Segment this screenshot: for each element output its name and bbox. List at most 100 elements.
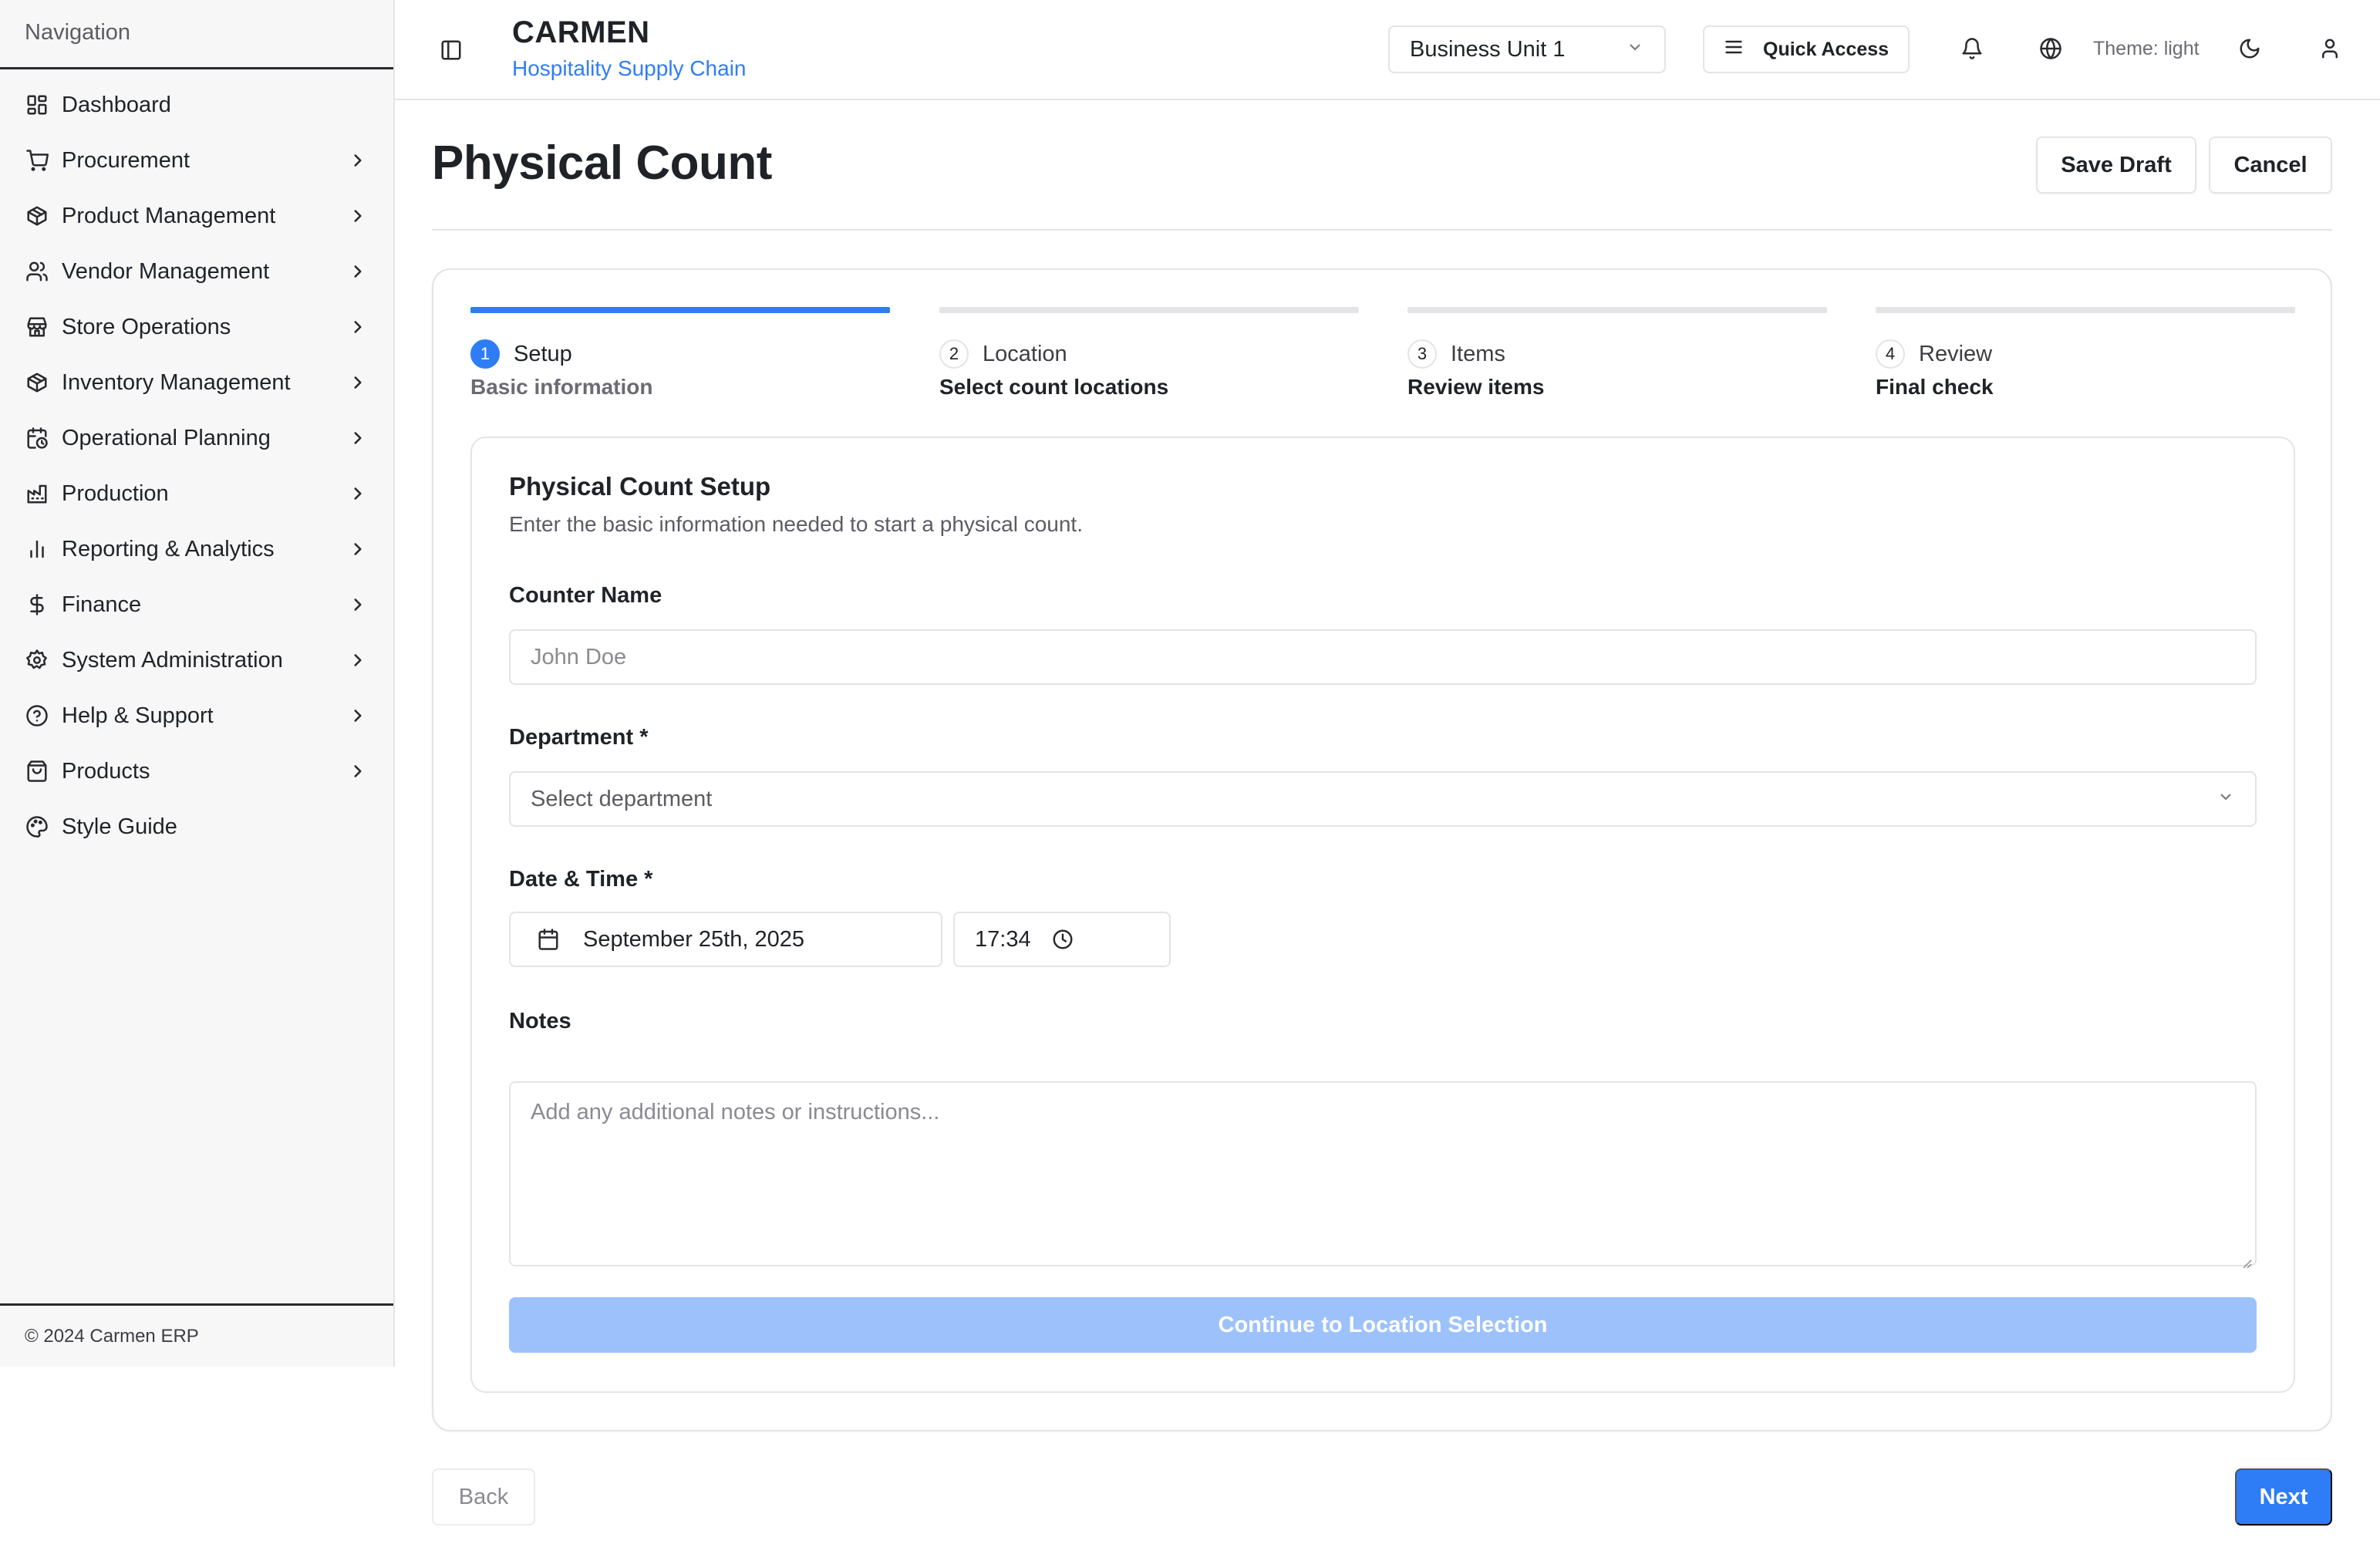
step-location[interactable]: 2 Location Select count locations [939,307,1359,400]
sidebar-item-label: Procurement [62,147,190,173]
moon-icon[interactable] [2238,37,2263,62]
sidebar-item-label: Reporting & Analytics [62,536,275,561]
sidebar-item-product-management[interactable]: Product Management [0,188,393,244]
chevron-right-icon [347,649,369,671]
user-icon[interactable] [2318,37,2343,62]
step-subtitle: Basic information [470,375,653,399]
top-header: CARMEN Hospitality Supply Chain Business… [395,0,2380,100]
sidebar-item-label: Production [62,480,169,506]
sidebar-item-system-administration[interactable]: System Administration [0,632,393,688]
business-unit-value: Business Unit 1 [1410,36,1566,62]
form-title: Physical Count Setup [509,472,771,501]
continue-button[interactable]: Continue to Location Selection [509,1297,2257,1353]
calendar-icon [537,928,560,951]
business-unit-select[interactable]: Business Unit 1 [1388,25,1666,73]
sidebar-item-label: Vendor Management [62,258,270,284]
users-icon [25,259,49,284]
settings-icon [25,648,49,673]
sidebar-nav: Dashboard Procurement Product Management… [0,69,393,855]
chevron-right-icon [347,372,369,393]
department-placeholder: Select department [531,786,713,811]
sidebar-toggle-icon[interactable] [440,39,464,63]
step-number: 2 [939,339,969,369]
notes-textarea[interactable]: Add any additional notes or instructions… [509,1081,2257,1269]
step-progress-bar [470,307,890,313]
sidebar-heading: Navigation [0,0,393,69]
bar-chart-icon [25,537,49,561]
sidebar-item-label: Finance [62,592,142,617]
counter-name-input[interactable]: John Doe [509,629,2257,685]
sidebar-item-label: Products [62,758,150,784]
divider [432,229,2332,231]
sidebar-item-operational-planning[interactable]: Operational Planning [0,410,393,466]
date-value: September 25th, 2025 [583,926,804,952]
chevron-right-icon [347,316,369,338]
sidebar-item-store-operations[interactable]: Store Operations [0,299,393,355]
step-subtitle: Review items [1407,375,1545,399]
package-icon [25,204,49,228]
package-icon [25,370,49,395]
sidebar-item-production[interactable]: Production [0,466,393,521]
step-title: Location [983,341,1067,366]
chevron-right-icon [347,760,369,782]
globe-icon[interactable] [2039,37,2064,62]
sidebar-item-label: Inventory Management [62,369,291,395]
brand-name: CARMEN [512,15,650,49]
chevron-right-icon [347,205,369,227]
sidebar-item-finance[interactable]: Finance [0,577,393,632]
quick-access-label: Quick Access [1763,38,1890,60]
dashboard-icon [25,93,49,117]
chevron-right-icon [347,427,369,449]
next-button[interactable]: Next [2235,1468,2332,1526]
sidebar-item-products[interactable]: Products [0,743,393,799]
sidebar-item-procurement[interactable]: Procurement [0,133,393,188]
step-title: Items [1451,341,1505,366]
sidebar-item-vendor-management[interactable]: Vendor Management [0,244,393,299]
sidebar-item-label: Help & Support [62,703,214,728]
step-progress-bar [1407,307,1827,313]
cancel-button[interactable]: Cancel [2209,137,2332,194]
chevron-right-icon [347,150,369,171]
chevron-right-icon [347,594,369,615]
department-label: Department * [509,725,649,750]
chevron-right-icon [347,705,369,727]
counter-name-placeholder: John Doe [531,644,627,669]
resize-handle-icon[interactable] [2240,1249,2252,1269]
chevron-right-icon [347,538,369,560]
sidebar-item-style-guide[interactable]: Style Guide [0,799,393,855]
step-progress-bar [939,307,1359,313]
datetime-label: Date & Time * [509,867,653,892]
step-subtitle: Final check [1876,375,1994,399]
sidebar-item-label: Dashboard [62,92,171,117]
form-description: Enter the basic information needed to st… [509,512,1083,536]
menu-icon [1723,36,1763,63]
save-draft-button[interactable]: Save Draft [2036,137,2196,194]
step-title: Setup [514,341,572,366]
bell-icon[interactable] [1960,37,1985,62]
notes-placeholder: Add any additional notes or instructions… [531,1100,940,1124]
time-input[interactable]: 17:34 [953,912,1171,967]
quick-access-button[interactable]: Quick Access [1703,25,1910,73]
step-number: 3 [1407,339,1437,369]
sidebar-item-reporting-analytics[interactable]: Reporting & Analytics [0,521,393,577]
setup-form: Physical Count Setup Enter the basic inf… [470,437,2295,1393]
store-icon [25,315,49,339]
sidebar-item-label: Operational Planning [62,425,271,450]
chevron-down-icon [2217,787,2235,812]
sidebar-item-label: Product Management [62,203,276,228]
step-number: 4 [1876,339,1905,369]
calendar-clock-icon [25,426,49,450]
step-review[interactable]: 4 Review Final check [1876,307,2295,400]
sidebar-item-inventory-management[interactable]: Inventory Management [0,355,393,410]
back-button[interactable]: Back [432,1468,535,1526]
cart-icon [25,148,49,173]
sidebar-item-dashboard[interactable]: Dashboard [0,77,393,133]
step-setup[interactable]: 1 Setup Basic information [470,307,890,400]
sidebar-item-help-support[interactable]: Help & Support [0,688,393,743]
theme-label: Theme: light [2093,38,2200,59]
department-select[interactable]: Select department [509,771,2257,827]
date-picker[interactable]: September 25th, 2025 [509,912,942,967]
clock-icon [1051,928,1074,951]
step-title: Review [1919,341,1993,366]
step-items[interactable]: 3 Items Review items [1407,307,1827,400]
